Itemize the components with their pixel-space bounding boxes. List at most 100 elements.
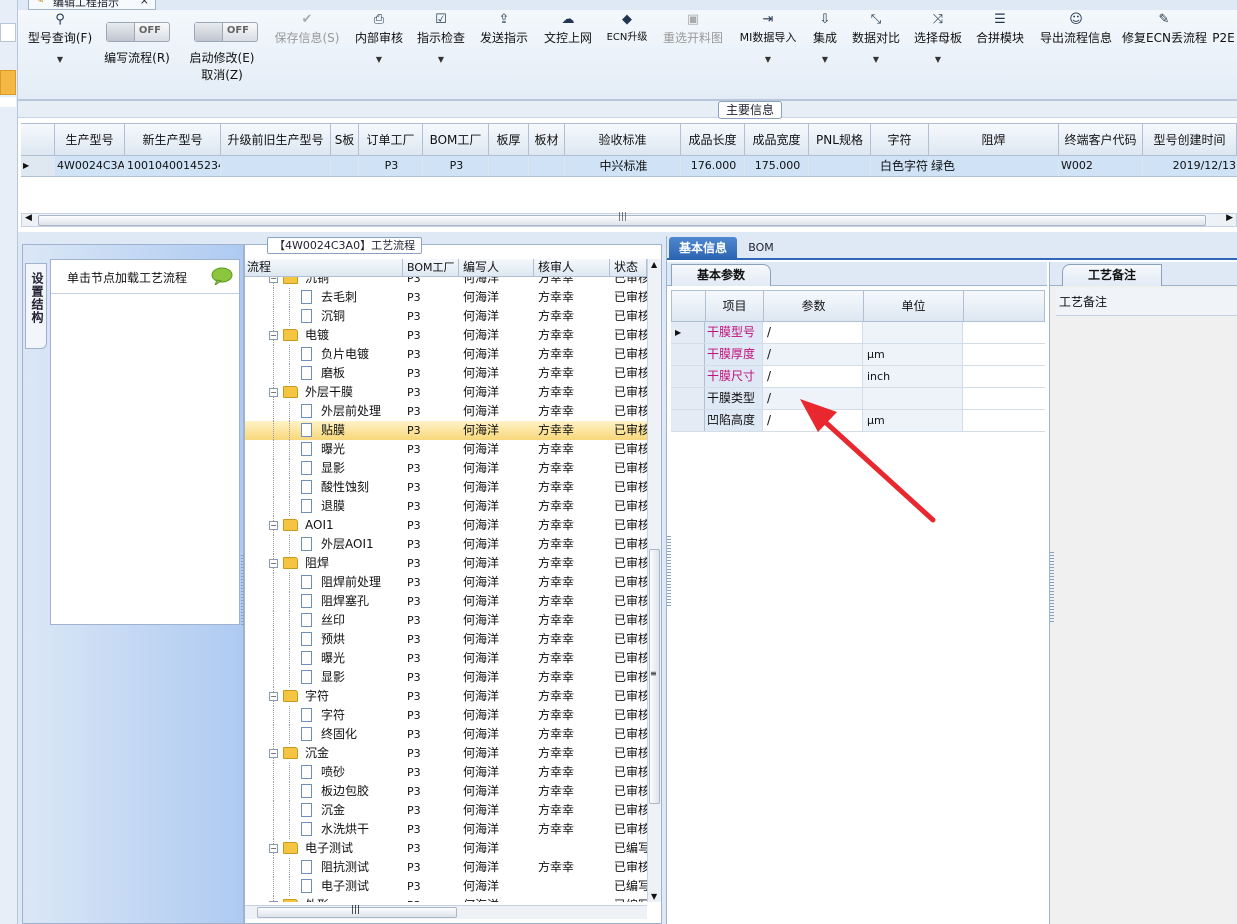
process-bom-cell[interactable]: P3	[403, 611, 459, 630]
param-value-cell[interactable]: /	[763, 344, 863, 365]
process-status-cell[interactable]: 已审核	[610, 383, 647, 402]
col-header[interactable]: 成品长度	[681, 124, 745, 155]
close-icon[interactable]: ×	[140, 0, 149, 7]
param-value-cell[interactable]: /	[763, 388, 863, 409]
process-bom-cell[interactable]: P3	[403, 326, 459, 345]
collapse-icon[interactable]: −	[269, 749, 278, 758]
process-writer-cell[interactable]: 何海洋	[459, 858, 534, 877]
col-header[interactable]: 阻焊	[929, 124, 1059, 155]
chevron-down-icon[interactable]: ▼	[848, 46, 904, 74]
process-status-cell[interactable]: 已审核	[610, 668, 647, 687]
process-writer-cell[interactable]: 何海洋	[459, 839, 534, 858]
collapse-icon[interactable]: −	[269, 331, 278, 340]
process-bom-cell[interactable]: P3	[403, 459, 459, 478]
process-reviewer-cell[interactable]: 方幸幸	[534, 402, 610, 421]
process-node[interactable]: 外层前处理	[245, 402, 403, 421]
process-reviewer-cell[interactable]: 方幸幸	[534, 592, 610, 611]
process-writer-cell[interactable]: 何海洋	[459, 326, 534, 345]
cell[interactable]: 中兴标准	[565, 156, 681, 176]
col-header[interactable]: BOM工厂	[423, 124, 489, 155]
process-node[interactable]: 水洗烘干	[245, 820, 403, 839]
col-header-reviewer[interactable]: 核审人	[534, 259, 610, 276]
process-reviewer-cell[interactable]: 方幸幸	[534, 535, 610, 554]
process-writer-cell[interactable]: 何海洋	[459, 820, 534, 839]
process-reviewer-cell[interactable]: 方幸幸	[534, 782, 610, 801]
process-reviewer-cell[interactable]: 方幸幸	[534, 307, 610, 326]
select-mother-board-button[interactable]: ⤨ 选择母板 ▼	[910, 10, 966, 74]
cell[interactable]	[809, 156, 871, 176]
process-tree-row[interactable]: − 沉金 P3 何海洋 方幸幸 已审核	[245, 744, 647, 763]
process-tree-row[interactable]: − AOI1 P3 何海洋 方幸幸 已审核	[245, 516, 647, 535]
param-unit-cell[interactable]: inch	[863, 366, 963, 387]
process-writer-cell[interactable]: 何海洋	[459, 516, 534, 535]
left-strip-button[interactable]	[0, 23, 16, 42]
param-value-cell[interactable]: /	[763, 322, 863, 343]
process-node[interactable]: − AOI1	[245, 516, 403, 535]
process-status-cell[interactable]: 已审核	[610, 687, 647, 706]
process-bom-cell[interactable]: P3	[403, 725, 459, 744]
process-node[interactable]: 阻焊塞孔	[245, 592, 403, 611]
cell[interactable]: 白色字符	[871, 156, 929, 176]
process-tree-row[interactable]: 去毛刺 P3 何海洋 方幸幸 已审核	[245, 288, 647, 307]
process-writer-cell[interactable]: 何海洋	[459, 440, 534, 459]
panel-splitter-grip[interactable]	[667, 536, 671, 606]
scroll-down-icon[interactable]: ▼	[651, 892, 657, 901]
tab-process-notes[interactable]: 工艺备注	[1062, 264, 1162, 286]
process-reviewer-cell[interactable]: 方幸幸	[534, 478, 610, 497]
process-node[interactable]: 终固化	[245, 725, 403, 744]
process-reviewer-cell[interactable]: 方幸幸	[534, 440, 610, 459]
process-bom-cell[interactable]: P3	[403, 383, 459, 402]
chevron-down-icon[interactable]: ▼	[910, 46, 966, 74]
process-node[interactable]: 贴膜	[245, 421, 403, 440]
process-reviewer-cell[interactable]: 方幸幸	[534, 459, 610, 478]
col-header-unit[interactable]: 单位	[864, 291, 964, 321]
col-header[interactable]: 生产型号	[55, 124, 125, 155]
cell[interactable]: 10010400145234	[125, 156, 221, 176]
process-node[interactable]: 喷砂	[245, 763, 403, 782]
col-header[interactable]: 终端客户代码	[1059, 124, 1143, 155]
chevron-down-icon[interactable]: ▼	[732, 46, 804, 74]
col-header[interactable]: 板厚	[489, 124, 529, 155]
process-status-cell[interactable]: 已审核	[610, 288, 647, 307]
process-tree-row[interactable]: 磨板 P3 何海洋 方幸幸 已审核	[245, 364, 647, 383]
process-status-cell[interactable]: 已审核	[610, 858, 647, 877]
model-query-button[interactable]: ⚲ 型号查询(F) ▼	[22, 10, 98, 74]
process-node[interactable]: 磨板	[245, 364, 403, 383]
process-reviewer-cell[interactable]: 方幸幸	[534, 763, 610, 782]
process-tree-row[interactable]: 阻焊前处理 P3 何海洋 方幸幸 已审核	[245, 573, 647, 592]
col-header-item[interactable]: 项目	[706, 291, 764, 321]
process-bom-cell[interactable]: P3	[403, 820, 459, 839]
process-reviewer-cell[interactable]: 方幸幸	[534, 421, 610, 440]
process-status-cell[interactable]: 已审核	[610, 535, 647, 554]
process-reviewer-cell[interactable]: 方幸幸	[534, 649, 610, 668]
process-bom-cell[interactable]: P3	[403, 706, 459, 725]
speech-bubble-icon[interactable]	[211, 267, 233, 285]
col-header[interactable]: 字符	[871, 124, 929, 155]
process-status-cell[interactable]: 已审核	[610, 706, 647, 725]
instruction-check-button[interactable]: ☑ 指示检查 ▼	[412, 10, 470, 74]
horizontal-scrollbar[interactable]: |||	[245, 905, 647, 919]
col-header[interactable]: 成品宽度	[745, 124, 809, 155]
process-tree-row[interactable]: 板边包胶 P3 何海洋 方幸幸 已审核	[245, 782, 647, 801]
integrate-button[interactable]: ⇩ 集成 ▼	[808, 10, 842, 74]
process-bom-cell[interactable]: P3	[403, 554, 459, 573]
param-value-cell[interactable]: /	[763, 366, 863, 387]
process-writer-cell[interactable]: 何海洋	[459, 611, 534, 630]
cell[interactable]: P3	[423, 156, 489, 176]
internal-review-button[interactable]: ⎙ 内部审核 ▼	[350, 10, 408, 74]
process-writer-cell[interactable]: 何海洋	[459, 421, 534, 440]
process-status-cell[interactable]: 已审核	[610, 440, 647, 459]
process-status-cell[interactable]: 已审核	[610, 421, 647, 440]
process-writer-cell[interactable]: 何海洋	[459, 459, 534, 478]
process-tree-row[interactable]: 沉金 P3 何海洋 方幸幸 已审核	[245, 801, 647, 820]
process-bom-cell[interactable]: P3	[403, 744, 459, 763]
process-bom-cell[interactable]: P3	[403, 421, 459, 440]
process-writer-cell[interactable]: 何海洋	[459, 763, 534, 782]
col-header[interactable]: 板材	[529, 124, 565, 155]
chevron-down-icon[interactable]: ▼	[22, 46, 98, 74]
process-writer-cell[interactable]: 何海洋	[459, 277, 534, 288]
process-tree-row[interactable]: 酸性蚀刻 P3 何海洋 方幸幸 已审核	[245, 478, 647, 497]
process-writer-cell[interactable]: 何海洋	[459, 649, 534, 668]
process-node[interactable]: 显影	[245, 668, 403, 687]
process-tree-row[interactable]: − 电子测试 P3 何海洋 已编写	[245, 839, 647, 858]
